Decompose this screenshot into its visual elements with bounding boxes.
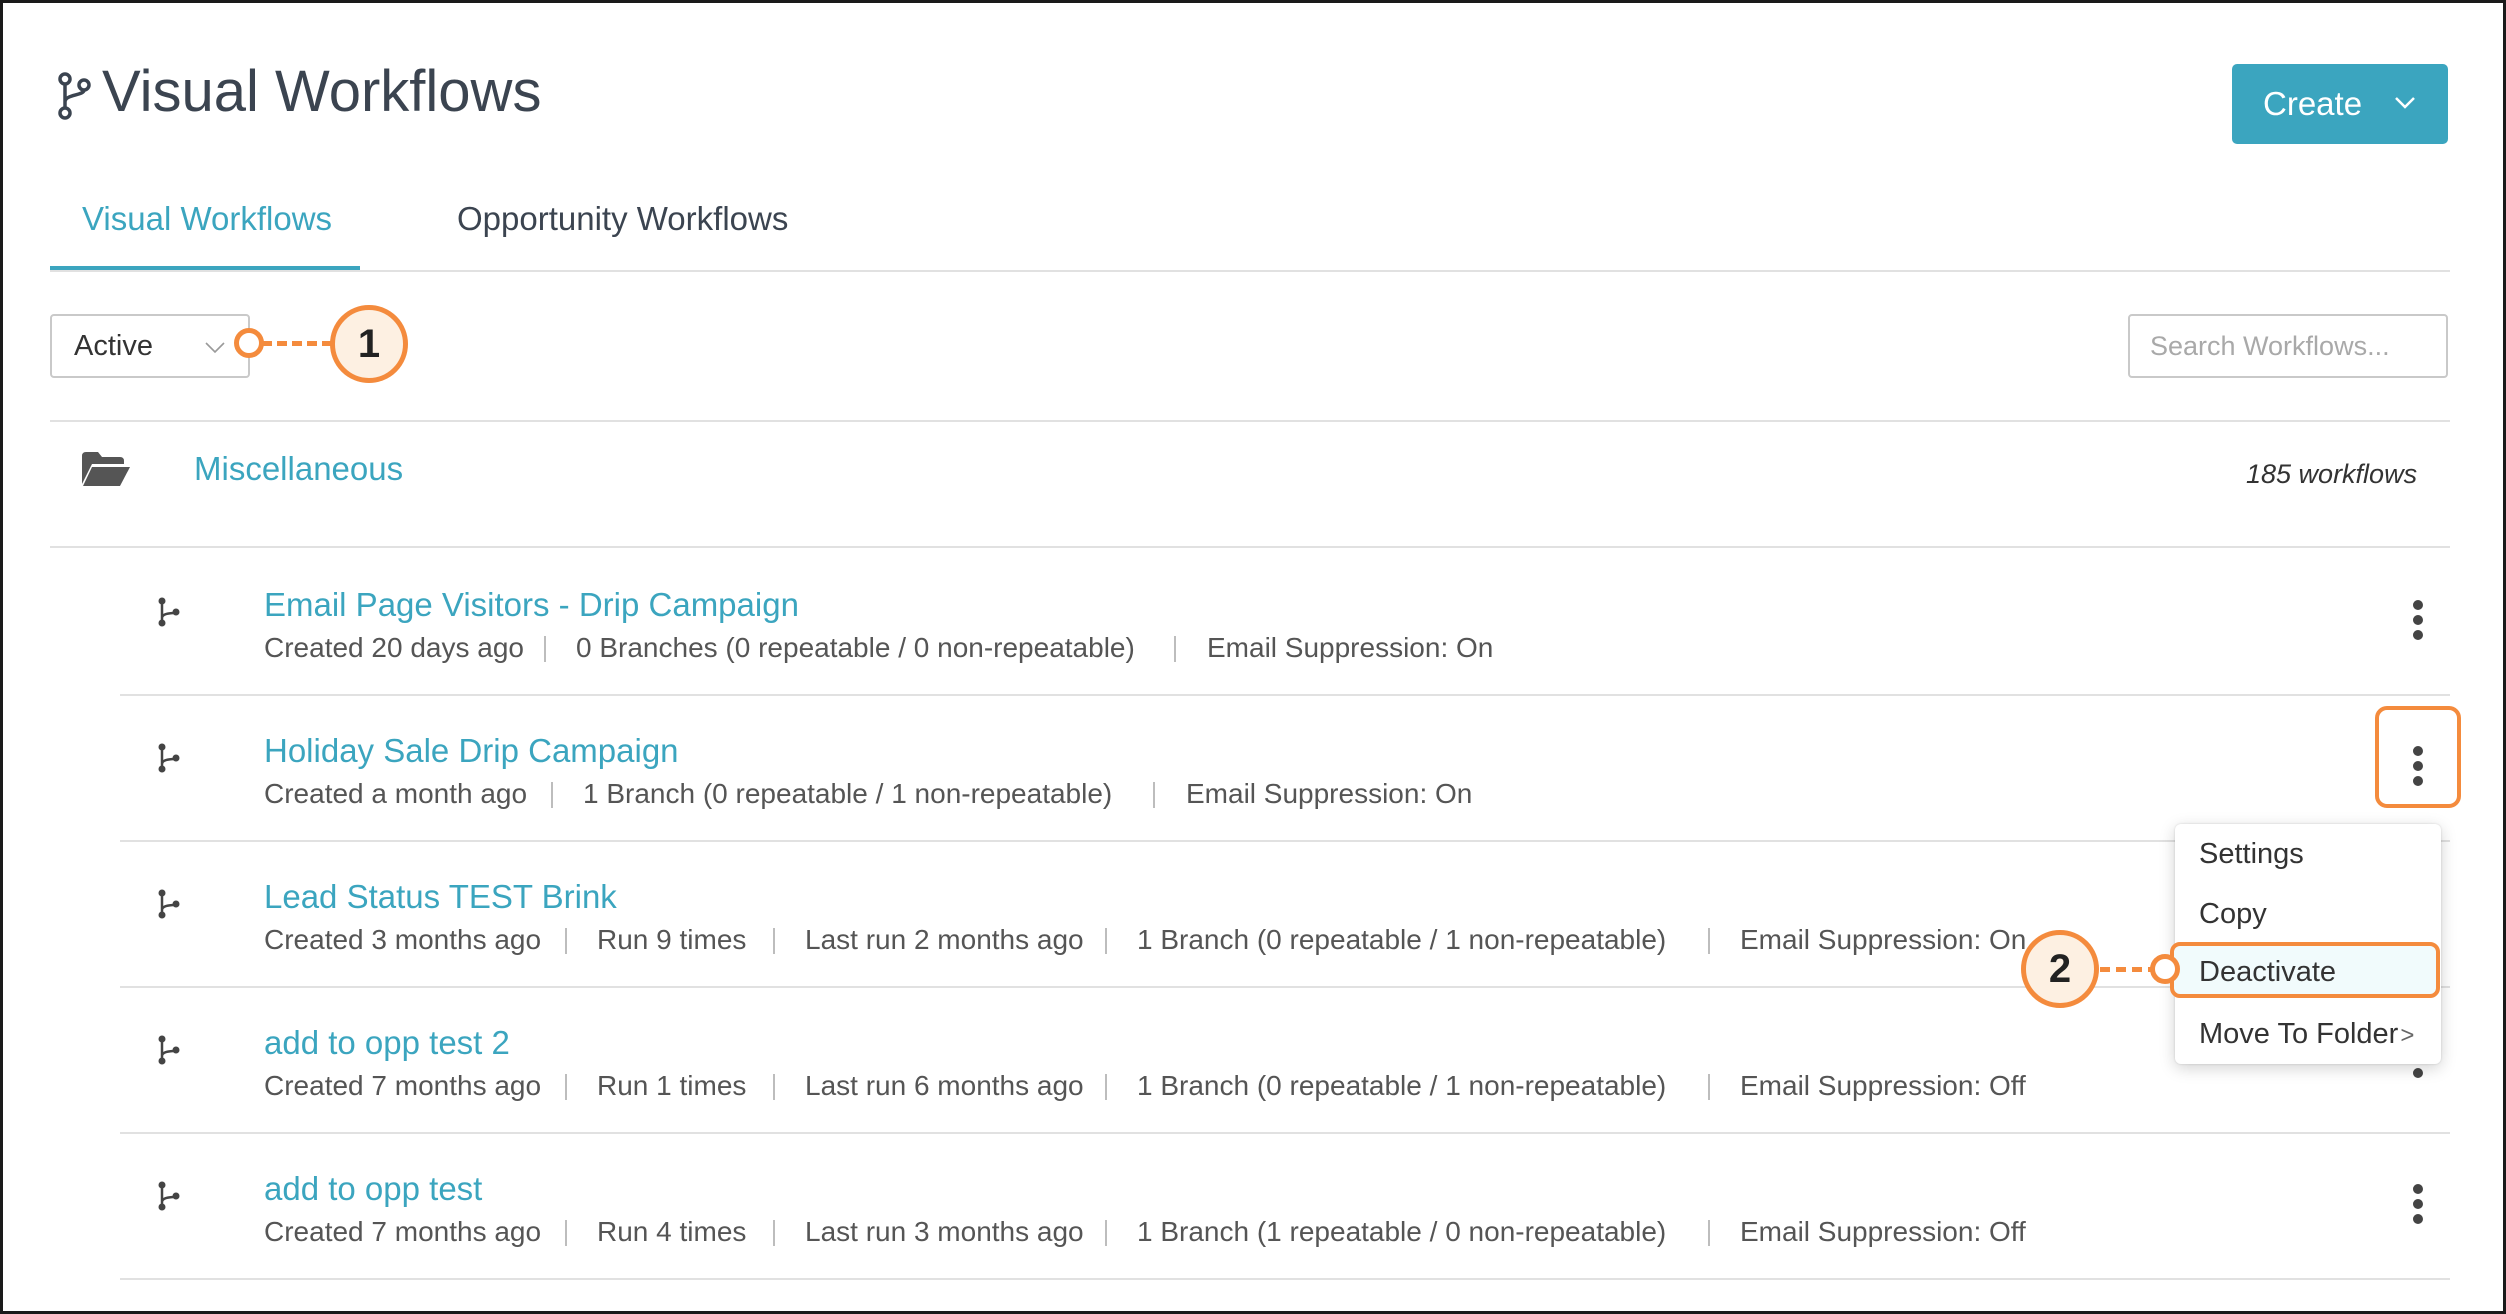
divider [50,420,2450,422]
tab-opportunity-workflows[interactable]: Opportunity Workflows [457,200,788,238]
tab-visual-workflows[interactable]: Visual Workflows [82,200,332,238]
meta-separator [565,1220,567,1246]
workflow-created: Created 7 months ago [264,1216,542,1247]
workflow-actions-button[interactable] [2408,597,2428,643]
status-filter-select[interactable]: Active [50,314,250,378]
workflow-created: Created 7 months ago [264,1070,542,1101]
meta-separator [544,636,546,662]
workflow-branch-icon [158,743,180,773]
workflow-branches: 1 Branch (1 repeatable / 0 non-repeatabl… [1137,1216,1667,1247]
menu-item-copy[interactable]: Copy [2199,898,2267,931]
workflow-branch-icon [158,1035,180,1065]
workflow-name-link[interactable]: add to opp test 2 [264,1024,510,1062]
menu-item-move-to-folder[interactable]: Move To Folder> [2199,1018,2414,1051]
chevron-right-icon: > [2400,1022,2415,1049]
callout-1-anchor [234,328,264,358]
dot [2413,630,2423,640]
workflow-branch-icon [158,597,180,627]
workflow-name-link[interactable]: Holiday Sale Drip Campaign [264,732,679,770]
meta-separator [1105,1220,1107,1246]
page-title: Visual Workflows [102,59,542,124]
workflow-branch-icon [58,72,91,120]
divider [120,986,2450,988]
meta-separator [1105,928,1107,954]
folder-workflow-count: 185 workflows [2246,459,2418,489]
meta-separator [565,1074,567,1100]
dot [2413,1214,2423,1224]
meta-separator [551,782,553,808]
workflow-created: Created a month ago [264,778,528,809]
divider [120,840,2450,842]
workflow-branches: 1 Branch (0 repeatable / 1 non-repeatabl… [583,778,1113,809]
dot [2413,1184,2423,1194]
actions-button-highlight [2375,706,2461,808]
workflow-email-suppression: Email Suppression: On [1207,632,1494,663]
callout-1-badge: 1 [330,305,408,383]
meta-separator [773,1220,775,1246]
meta-separator [773,1074,775,1100]
workflow-email-suppression: Email Suppression: Off [1740,1216,2026,1247]
dot [2413,1199,2423,1209]
meta-separator [1708,1220,1710,1246]
workflow-email-suppression: Email Suppression: Off [1740,1070,2026,1101]
workflow-branch-icon [158,889,180,919]
workflow-branches: 1 Branch (0 repeatable / 1 non-repeatabl… [1137,1070,1667,1101]
folder-name[interactable]: Miscellaneous [194,450,403,488]
menu-item-label: Move To Folder [2199,1018,2399,1050]
callout-1-connector [262,341,332,346]
callout-2-badge: 2 [2021,930,2099,1008]
meta-separator [1708,1074,1710,1100]
workflow-name-link[interactable]: Email Page Visitors - Drip Campaign [264,586,799,624]
meta-separator [1708,928,1710,954]
callout-2-anchor [2150,954,2180,984]
workflow-created: Created 20 days ago [264,632,524,663]
workflow-run-count: Run 9 times [597,924,747,955]
create-button[interactable]: Create [2232,64,2448,144]
tabs-divider [50,270,2450,272]
meta-separator [1174,636,1176,662]
meta-separator [565,928,567,954]
workflow-name-link[interactable]: Lead Status TEST Brink [264,878,617,916]
dot [2413,600,2423,610]
workflow-actions-button[interactable] [2408,1181,2428,1227]
status-filter-value: Active [74,330,153,362]
workflow-run-count: Run 4 times [597,1216,747,1247]
create-button-label: Create [2263,85,2363,122]
divider [50,546,2450,548]
meta-separator [1153,782,1155,808]
workflow-branches: 1 Branch (0 repeatable / 1 non-repeatabl… [1137,924,1667,955]
divider [120,1278,2450,1280]
dot [2413,1068,2423,1078]
workflow-run-count: Run 1 times [597,1070,747,1101]
workflow-branches: 0 Branches (0 repeatable / 0 non-repeata… [576,632,1135,663]
open-folder-icon [82,452,130,486]
workflow-branch-icon [158,1181,180,1211]
search-workflows-input[interactable] [2128,314,2448,378]
chevron-down-icon [2395,97,2415,109]
workflow-last-run: Last run 3 months ago [805,1216,1084,1247]
chevron-down-icon [205,342,225,354]
meta-separator [773,928,775,954]
menu-item-settings[interactable]: Settings [2199,838,2304,871]
workflow-created: Created 3 months ago [264,924,542,955]
active-tab-indicator [50,266,360,270]
divider [120,694,2450,696]
workflow-name-link[interactable]: add to opp test [264,1170,482,1208]
divider [120,1132,2450,1134]
workflow-last-run: Last run 6 months ago [805,1070,1084,1101]
workflow-last-run: Last run 2 months ago [805,924,1084,955]
menu-item-deactivate[interactable]: Deactivate [2199,956,2336,989]
workflow-email-suppression: Email Suppression: On [1740,924,2027,955]
dot [2413,615,2423,625]
workflow-email-suppression: Email Suppression: On [1186,778,1473,809]
meta-separator [1105,1074,1107,1100]
